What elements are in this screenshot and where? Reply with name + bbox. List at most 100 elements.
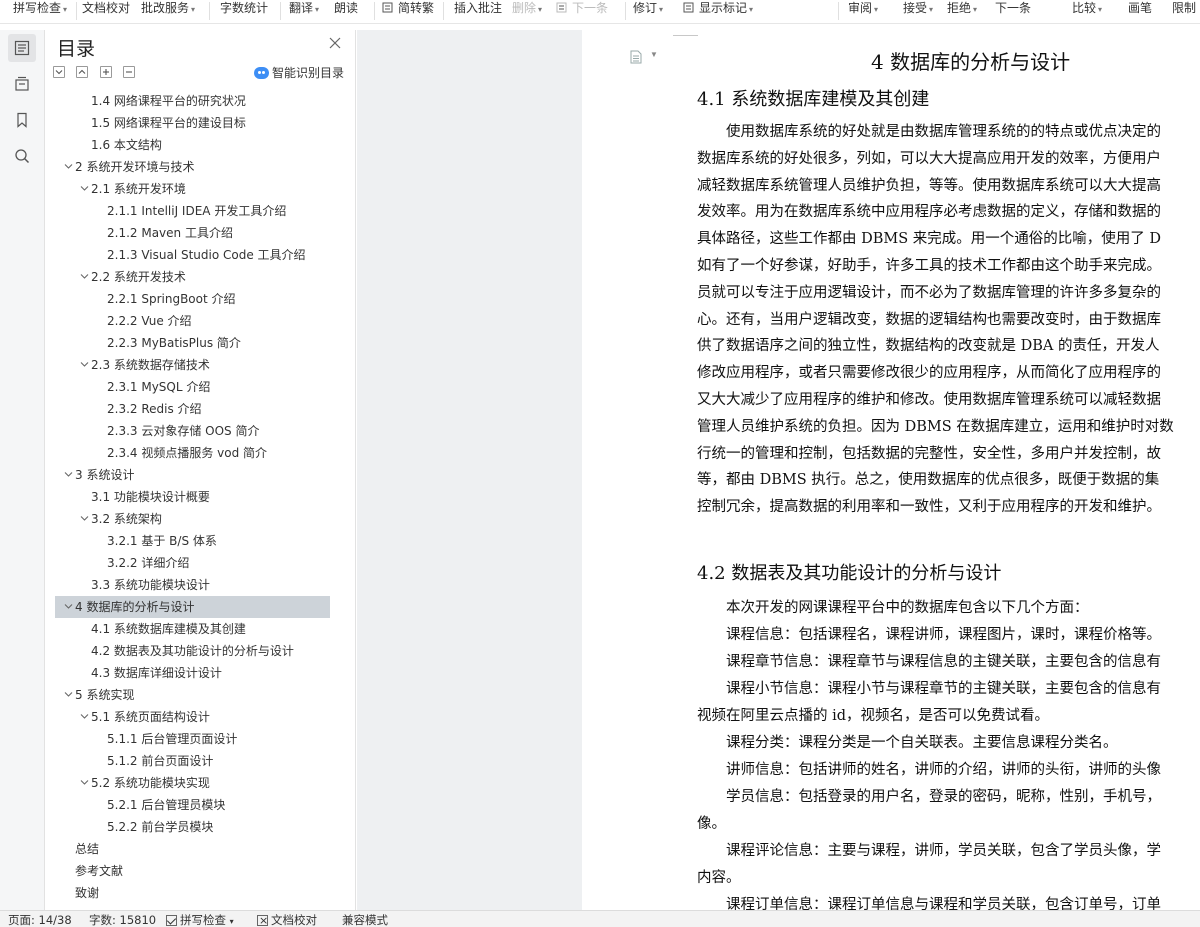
outline-item-label: 5 系统实现 <box>75 688 135 702</box>
chevron-down-icon[interactable] <box>79 706 91 728</box>
outline-item[interactable]: 2.1 系统开发环境 <box>55 178 330 200</box>
ribbon-left-item[interactable]: 翻译 ▾ <box>289 0 319 17</box>
demote-level-button[interactable] <box>123 66 135 78</box>
outline-item[interactable]: 1.6 本文结构 <box>55 134 330 156</box>
ribbon-right-item[interactable]: 审阅 ▾ <box>848 0 878 17</box>
outline-item[interactable]: 3 系统设计 <box>55 464 330 486</box>
chevron-down-icon: ▾ <box>749 5 754 14</box>
outline-item[interactable]: 参考文献 <box>55 860 330 882</box>
chevron-down-icon[interactable] <box>63 596 75 618</box>
paragraph-line: 员就可以专注于应用逻辑设计，而不必为了数据库管理的许许多多复杂的 <box>697 284 1161 301</box>
ribbon-separator <box>280 2 281 20</box>
spell-check-toggle[interactable]: 拼写检查 ▾ <box>166 913 234 927</box>
outline-item[interactable]: 2.2.3 MyBatisPlus 简介 <box>55 332 330 354</box>
ribbon-right-item[interactable]: 画笔 <box>1128 0 1152 17</box>
outline-item[interactable]: 1.4 网络课程平台的研究状况 <box>55 90 330 112</box>
ribbon-left-item[interactable]: 朗读 <box>334 0 358 17</box>
outline-item[interactable]: 2.3 系统数据存储技术 <box>55 354 330 376</box>
outline-item[interactable]: 致谢 <box>55 882 330 904</box>
outline-item[interactable]: 4.3 数据库详细设计设计 <box>55 662 330 684</box>
outline-item[interactable]: 2.1.2 Maven 工具介绍 <box>55 222 330 244</box>
ribbon-right-item[interactable]: 限制 <box>1172 0 1196 17</box>
ribbon-left-item[interactable]: 简转繁 <box>382 0 434 17</box>
ribbon-left-item[interactable]: 文档校对 <box>82 0 130 17</box>
chevron-down-icon[interactable] <box>79 354 91 376</box>
ribbon-left-item[interactable]: 显示标记 ▾ <box>683 0 753 17</box>
outline-item[interactable]: 2.1.1 IntelliJ IDEA 开发工具介绍 <box>55 200 330 222</box>
outline-item[interactable]: 2.3.2 Redis 介绍 <box>55 398 330 420</box>
paragraph-line: 本次开发的网课课程平台中的数据库包含以下几个方面： <box>697 600 1089 616</box>
outline-item[interactable]: 2.2.2 Vue 介绍 <box>55 310 330 332</box>
chevron-down-icon[interactable]: ▼ <box>650 50 658 59</box>
outline-item[interactable]: 2.3.3 云对象存储 OOS 简介 <box>55 420 330 442</box>
outline-item-label: 1.4 网络课程平台的研究状况 <box>91 94 246 108</box>
outline-item[interactable]: 3.3 系统功能模块设计 <box>55 574 330 596</box>
outline-item[interactable]: 3.2.1 基于 B/S 体系 <box>55 530 330 552</box>
page-count[interactable]: 页面: 14/38 <box>8 913 72 927</box>
chevron-down-icon[interactable] <box>79 508 91 530</box>
outline-item-label: 5.2.2 前台学员模块 <box>107 820 214 834</box>
outline-item[interactable]: 2.2.1 SpringBoot 介绍 <box>55 288 330 310</box>
ribbon-right-item[interactable]: 下一条 <box>995 0 1031 17</box>
chevron-down-icon[interactable] <box>79 772 91 794</box>
outline-item[interactable]: 5.2 系统功能模块实现 <box>55 772 330 794</box>
ribbon-right-item[interactable]: 拒绝 ▾ <box>947 0 977 17</box>
outline-item[interactable]: 总结 <box>55 838 330 860</box>
ribbon-right-item[interactable]: 接受 ▾ <box>903 0 933 17</box>
word-count[interactable]: 字数: 15810 <box>89 913 156 927</box>
chevron-down-icon[interactable] <box>63 684 75 706</box>
ribbon-item-label: 画笔 <box>1128 1 1153 15</box>
search-icon[interactable] <box>8 142 36 170</box>
ribbon-left-item[interactable]: 下一条 <box>556 0 608 17</box>
sections-icon[interactable] <box>8 70 36 98</box>
outline-item[interactable]: 4.1 系统数据库建模及其创建 <box>55 618 330 640</box>
paragraph-layout-icon[interactable] <box>630 50 642 64</box>
outline-item-label: 3.2.1 基于 B/S 体系 <box>107 534 217 548</box>
paragraph-line: 又大大减少了应用程序的维护和修改。使用数据库管理系统可以减轻数据 <box>697 392 1161 408</box>
outline-item[interactable]: 4.2 数据表及其功能设计的分析与设计 <box>55 640 330 662</box>
document-page[interactable]: ▼ 4 数据库的分析与设计 4.1 系统数据库建模及其创建 4.2 数据表及其功… <box>583 30 1200 910</box>
chevron-down-icon[interactable] <box>79 266 91 288</box>
outline-item[interactable]: 2.1.3 Visual Studio Code 工具介绍 <box>55 244 330 266</box>
outline-item[interactable]: 5.1.1 后台管理页面设计 <box>55 728 330 750</box>
chevron-down-icon[interactable] <box>63 464 75 486</box>
chevron-down-icon[interactable] <box>63 156 75 178</box>
outline-item[interactable]: 3.1 功能模块设计概要 <box>55 486 330 508</box>
outline-item[interactable]: 4 数据库的分析与设计 <box>55 596 330 618</box>
ribbon-left-item[interactable]: 修订 ▾ <box>633 0 663 17</box>
next-change-icon <box>556 2 569 14</box>
outline-item[interactable]: 2.3.1 MySQL 介绍 <box>55 376 330 398</box>
outline-item[interactable]: 2 系统开发环境与技术 <box>55 156 330 178</box>
ribbon-item-label: 删除 <box>512 1 537 15</box>
ribbon-left-item[interactable]: 插入批注 <box>454 0 502 17</box>
outline-item[interactable]: 5.2.1 后台管理员模块 <box>55 794 330 816</box>
outline-item-label: 1.6 本文结构 <box>91 138 162 152</box>
outline-item[interactable]: 2.3.4 视频点播服务 vod 简介 <box>55 442 330 464</box>
outline-item[interactable]: 5.1 系统页面结构设计 <box>55 706 330 728</box>
ribbon-left-item[interactable]: 批改服务 ▾ <box>141 0 195 17</box>
outline-item[interactable]: 5.1.2 前台页面设计 <box>55 750 330 772</box>
close-icon[interactable] <box>328 36 342 50</box>
outline-item[interactable]: 5 系统实现 <box>55 684 330 706</box>
ribbon-left-item[interactable]: 字数统计 <box>220 0 268 17</box>
collapse-all-button[interactable] <box>76 66 88 78</box>
ribbon-item-label: 下一条 <box>995 1 1032 15</box>
paragraph-line: 具体路径，这些工作都由 DBMS 来完成。用一个通俗的比喻，使用了 D <box>697 231 1162 248</box>
paragraph-line: 课程订单信息：课程订单信息与课程和学员关联，包含订单号，订单 <box>697 897 1161 910</box>
outline-item[interactable]: 2.2 系统开发技术 <box>55 266 330 288</box>
proofread-toggle[interactable]: 文档校对 <box>257 913 317 927</box>
outline-item[interactable]: 5.2.2 前台学员模块 <box>55 816 330 838</box>
outline-item[interactable]: 1.5 网络课程平台的建设目标 <box>55 112 330 134</box>
outline-item[interactable]: 3.2 系统架构 <box>55 508 330 530</box>
promote-level-button[interactable] <box>100 66 112 78</box>
ribbon-left-item[interactable]: 删除 ▾ <box>512 0 542 17</box>
outline-icon[interactable] <box>8 34 36 62</box>
chevron-down-icon[interactable] <box>79 178 91 200</box>
ribbon-right-item[interactable]: 比较 ▾ <box>1072 0 1102 17</box>
bookmark-icon[interactable] <box>8 106 36 134</box>
smart-toc-button[interactable]: 智能识别目录 <box>254 64 344 80</box>
ribbon-left-item[interactable]: 拼写检查 ▾ <box>13 0 67 17</box>
outline-item-label: 4.1 系统数据库建模及其创建 <box>91 622 246 636</box>
outline-item[interactable]: 3.2.2 详细介绍 <box>55 552 330 574</box>
expand-all-button[interactable] <box>53 66 65 78</box>
